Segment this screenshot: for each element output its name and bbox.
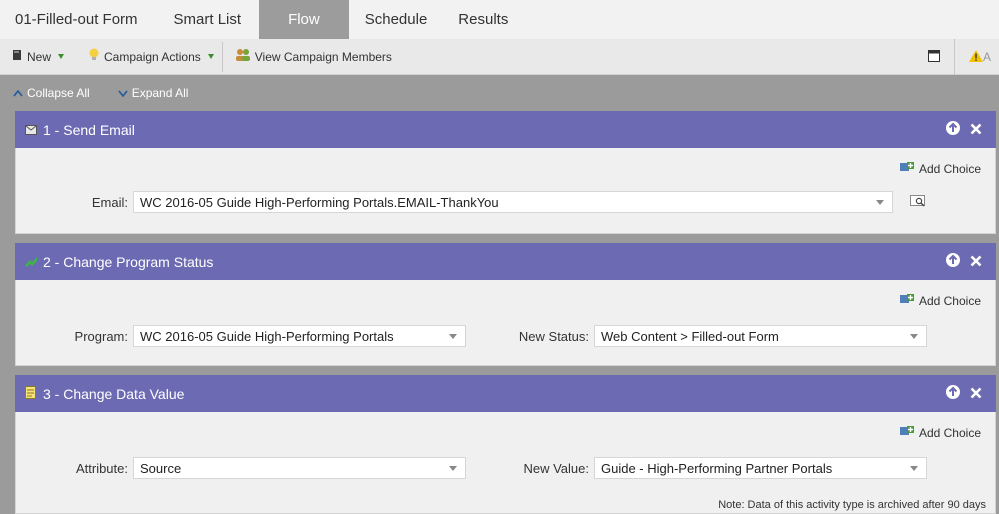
view-members-label: View Campaign Members [254,49,392,64]
move-up-icon[interactable] [946,121,960,138]
dropdown-arrow-icon [876,200,884,205]
flow-step-1: 1 - Send Email Add Choice Email: WC 2016… [15,111,996,234]
preview-icon[interactable] [910,194,927,210]
tab-schedule[interactable]: Schedule [349,0,447,39]
window-button[interactable] [914,39,954,75]
collapse-expand-bar: Collapse All Expand All [0,75,999,111]
email-value: WC 2016-05 Guide High-Performing Portals… [140,194,499,210]
new-value-field-row: New Value: Guide - High-Performing Partn… [466,457,927,479]
email-field-row: Email: WC 2016-05 Guide High-Performing … [16,191,927,213]
step-header[interactable]: 3 - Change Data Value [15,375,996,412]
new-status-field-row: New Status: Web Content > Filled-out For… [466,325,927,347]
triangle-down-icon [118,86,128,100]
program-status-icon [25,254,37,270]
program-label: Program: [74,328,128,344]
lightbulb-icon [88,48,100,65]
add-choice-icon [899,293,916,308]
add-choice-icon [899,161,916,176]
step-header[interactable]: 2 - Change Program Status [15,243,996,280]
email-icon [25,122,37,138]
expand-all-label: Expand All [131,86,189,100]
data-value-icon [25,385,37,402]
new-status-select[interactable]: Web Content > Filled-out Form [594,325,927,347]
warning-icon [968,49,983,65]
add-choice-button[interactable]: Add Choice [899,293,981,308]
campaign-actions-button[interactable]: Campaign Actions [72,39,222,74]
program-value: WC 2016-05 Guide High-Performing Portals [140,328,394,344]
tab-smart-list[interactable]: Smart List [174,0,260,39]
add-choice-icon [899,425,916,440]
add-choice-button[interactable]: Add Choice [899,161,981,176]
email-select[interactable]: WC 2016-05 Guide High-Performing Portals… [133,191,893,213]
collapse-all-label: Collapse All [27,86,90,100]
new-value-value: Guide - High-Performing Partner Portals [601,460,833,476]
attribute-value: Source [140,460,182,476]
tab-results[interactable]: Results [446,0,523,39]
expand-all-button[interactable]: Expand All [118,86,189,100]
add-choice-label: Add Choice [918,293,981,308]
archive-note: Note: Data of this activity type is arch… [718,499,986,511]
new-label: New [27,49,52,64]
dropdown-arrow-icon [449,466,457,471]
new-menu-button[interactable]: New [0,39,72,74]
alert-button[interactable]: A [953,39,999,75]
step-title: 2 - Change Program Status [43,253,214,270]
new-status-value: Web Content > Filled-out Form [601,328,779,344]
add-choice-label: Add Choice [918,161,981,176]
new-value-select[interactable]: Guide - High-Performing Partner Portals [594,457,927,479]
window-icon [927,49,940,65]
flow-step-3: 3 - Change Data Value Add Choice Attribu… [15,375,996,514]
toolbar: New Campaign Actions View Campaign Membe… [0,39,999,75]
step-title: 1 - Send Email [43,121,135,138]
move-up-icon[interactable] [946,253,960,270]
tab-flow[interactable]: Flow [259,0,349,39]
chevron-down-icon [207,54,214,59]
move-up-icon[interactable] [946,385,960,402]
toolbar-right: A [914,39,999,75]
dropdown-arrow-icon [910,334,918,339]
campaign-actions-label: Campaign Actions [104,49,201,64]
step-body: Add Choice Attribute: Source New Value: … [15,412,996,514]
members-icon [235,48,251,65]
email-label: Email: [91,194,128,210]
chevron-down-icon [58,54,65,59]
add-choice-button[interactable]: Add Choice [899,425,981,440]
close-icon[interactable] [970,254,982,270]
close-icon[interactable] [970,122,982,138]
new-status-label: New Status: [518,328,589,344]
attribute-label: Attribute: [75,460,128,476]
view-campaign-members-button[interactable]: View Campaign Members [223,39,400,74]
new-icon [12,49,23,64]
tab-bar: 01-Filled-out Form Smart List Flow Sched… [0,0,999,39]
attribute-field-row: Attribute: Source [16,457,466,479]
dropdown-arrow-icon [449,334,457,339]
flow-step-2: 2 - Change Program Status Add Choice Pro… [15,243,996,366]
program-select[interactable]: WC 2016-05 Guide High-Performing Portals [133,325,466,347]
tab-program[interactable]: 01-Filled-out Form [0,0,174,39]
dropdown-arrow-icon [910,466,918,471]
step-body: Add Choice Program: WC 2016-05 Guide Hig… [15,280,996,366]
new-value-label: New Value: [523,460,589,476]
add-choice-label: Add Choice [918,425,981,440]
triangle-up-icon [13,86,23,100]
collapse-all-button[interactable]: Collapse All [13,86,90,100]
step-header[interactable]: 1 - Send Email [15,111,996,148]
alert-label: A [982,50,991,64]
step-body: Add Choice Email: WC 2016-05 Guide High-… [15,148,996,234]
step-title: 3 - Change Data Value [43,385,185,402]
attribute-select[interactable]: Source [133,457,466,479]
program-field-row: Program: WC 2016-05 Guide High-Performin… [16,325,466,347]
close-icon[interactable] [970,386,982,402]
